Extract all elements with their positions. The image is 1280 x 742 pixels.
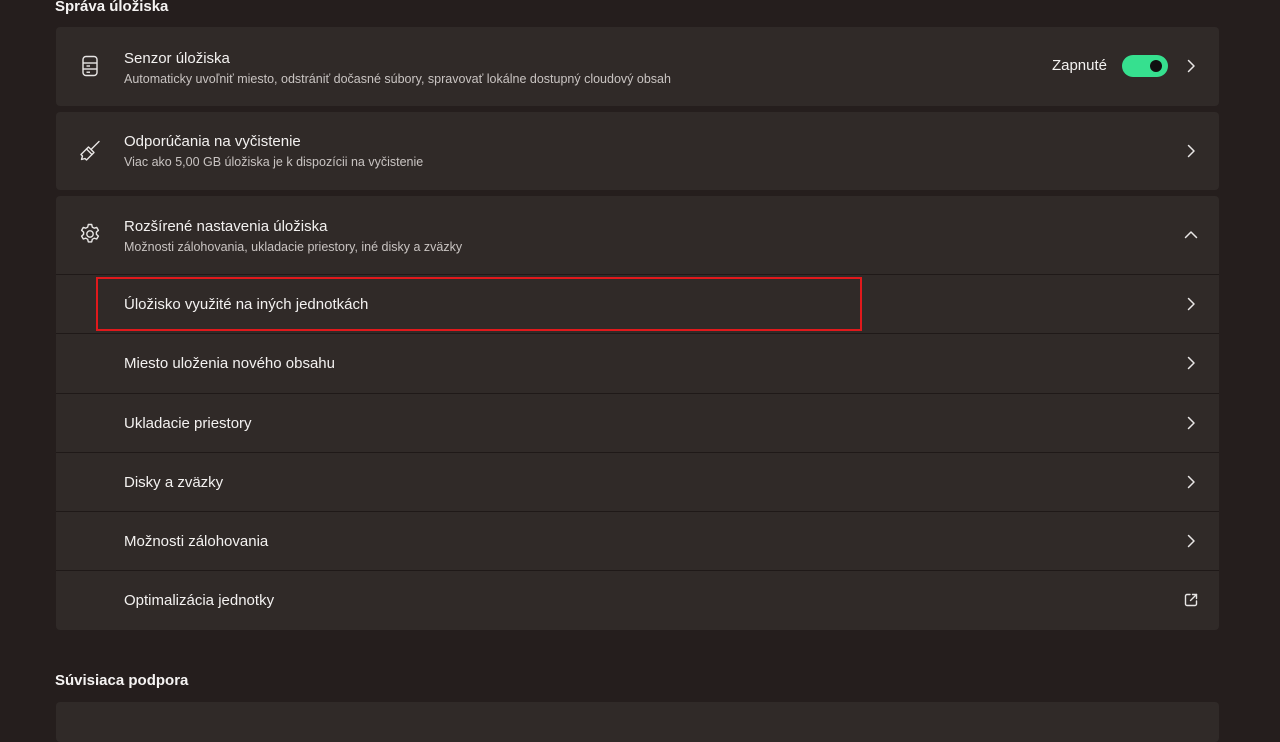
toggle-knob (1150, 60, 1162, 72)
list-item-backup-options[interactable]: Možnosti zálohovania (56, 511, 1219, 570)
storage-drive-icon (78, 54, 102, 78)
gear-icon (78, 222, 102, 246)
chevron-right-icon (1183, 533, 1199, 549)
external-link-icon (1183, 592, 1199, 608)
list-item-disks-volumes[interactable]: Disky a zväzky (56, 451, 1219, 511)
advanced-storage-title: Rozšírené nastavenia úložiska (124, 218, 328, 235)
advanced-storage-sub-list: Úložisko využité na iných jednotkách Mie… (56, 274, 1219, 630)
list-item-new-content-location[interactable]: Miesto uloženia nového obsahu (56, 333, 1219, 392)
storage-sense-description: Automaticky uvoľniť miesto, odstrániť do… (124, 72, 671, 86)
list-item-drive-optimization[interactable]: Optimalizácia jednotky (56, 570, 1219, 629)
advanced-storage-description: Možnosti zálohovania, ukladacie priestor… (124, 240, 463, 254)
storage-sense-toggle-label: Zapnuté (1051, 57, 1107, 74)
list-item-label: Ukladacie priestory (124, 414, 252, 432)
list-item-storage-used-other-drives[interactable]: Úložisko využité na iných jednotkách (56, 274, 1219, 333)
advanced-storage-settings-card: Rozšírené nastavenia úložiska Možnosti z… (56, 196, 1219, 630)
chevron-right-icon (1183, 474, 1199, 490)
chevron-right-icon (1183, 415, 1199, 431)
list-item-label: Optimalizácia jednotky (124, 592, 275, 610)
section-title-related-support: Súvisiaca podpora (55, 672, 189, 689)
broom-icon (78, 139, 102, 163)
advanced-storage-settings-header[interactable]: Rozšírené nastavenia úložiska Možnosti z… (56, 196, 1219, 274)
cleanup-title: Odporúčania na vyčistenie (124, 133, 301, 150)
section-title-storage-management: Správa úložiska (55, 0, 169, 15)
storage-sense-title: Senzor úložiska (124, 50, 230, 67)
list-item-label: Úložisko využité na iných jednotkách (124, 296, 369, 313)
list-item-label: Možnosti zálohovania (124, 533, 269, 551)
storage-sense-toggle[interactable] (1122, 55, 1168, 77)
chevron-right-icon (1183, 355, 1199, 371)
list-item-storage-spaces[interactable]: Ukladacie priestory (56, 392, 1219, 452)
chevron-up-icon (1183, 227, 1199, 243)
storage-sense-card[interactable]: Senzor úložiska Automaticky uvoľniť mies… (56, 27, 1219, 106)
chevron-right-icon (1183, 296, 1199, 312)
cleanup-description: Viac ako 5,00 GB úložiska je k dispozíci… (124, 155, 424, 169)
chevron-right-icon (1183, 58, 1199, 74)
list-item-label: Disky a zväzky (124, 473, 224, 491)
chevron-right-icon (1183, 143, 1199, 159)
list-item-label: Miesto uloženia nového obsahu (124, 355, 335, 373)
related-support-card[interactable] (56, 702, 1219, 742)
cleanup-recommendations-card[interactable]: Odporúčania na vyčistenie Viac ako 5,00 … (56, 112, 1219, 190)
